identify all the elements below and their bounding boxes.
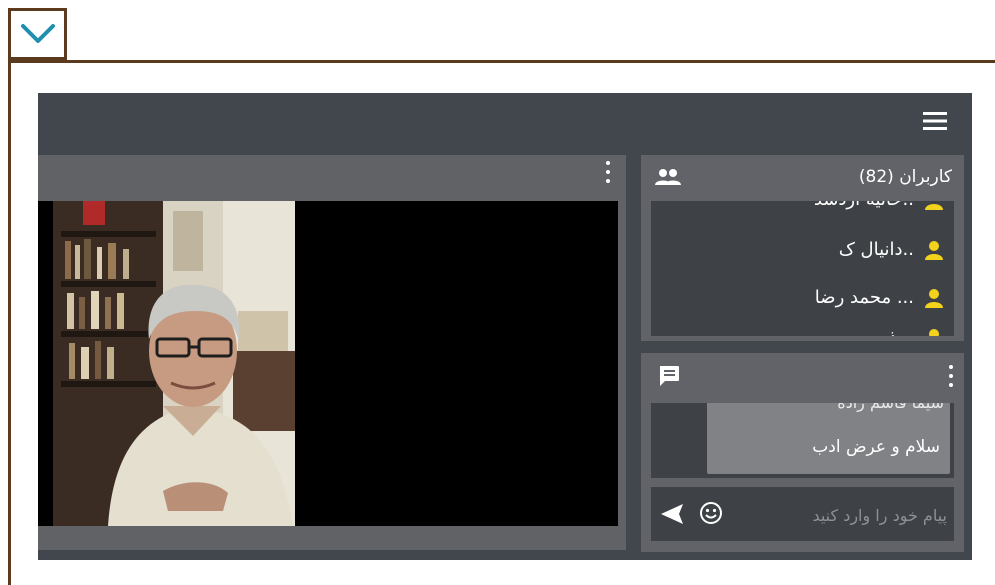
users-panel: کاربران (82) خانیه اژدشد.. دانیال ک.. مح… xyxy=(641,155,964,341)
users-panel-title: کاربران (82) xyxy=(858,167,952,187)
kebab-dot xyxy=(606,170,610,174)
users-list[interactable]: خانیه اژدشد.. دانیال ک.. محمد رضا ... xyxy=(651,201,954,336)
user-name: خانیه اژدشد.. xyxy=(814,201,914,210)
message-sender: شیما قاسم زاده xyxy=(837,403,944,412)
chat-message-bubble: شیما قاسم زاده سلام و عرض ادب xyxy=(707,403,950,474)
user-icon xyxy=(925,240,943,260)
smiley-icon xyxy=(700,502,722,524)
collapse-toggle-button[interactable] xyxy=(8,8,67,60)
chat-message-input[interactable] xyxy=(735,497,949,533)
message-text: سلام و عرض ادب xyxy=(812,437,940,457)
user-icon xyxy=(925,288,943,308)
video-stage[interactable] xyxy=(38,201,618,526)
emoji-button[interactable] xyxy=(699,501,723,525)
kebab-dot xyxy=(606,161,610,165)
user-list-item[interactable]: دانیال ک.. xyxy=(839,239,944,260)
user-list-item[interactable]: خانیه اژدشد.. xyxy=(814,201,944,210)
kebab-dot xyxy=(606,179,610,183)
kebab-dot xyxy=(949,374,953,378)
user-name: ذ... xyxy=(889,327,914,336)
chevron-down-icon xyxy=(20,24,55,43)
chat-panel: شیما قاسم زاده سلام و عرض ادب xyxy=(641,353,964,552)
user-list-item[interactable]: محمد رضا ... xyxy=(815,287,944,308)
chat-messages[interactable]: شیما قاسم زاده سلام و عرض ادب xyxy=(651,403,954,478)
users-group-icon[interactable] xyxy=(655,168,681,186)
kebab-dot xyxy=(949,365,953,369)
hamburger-menu-button[interactable] xyxy=(922,108,948,134)
video-panel xyxy=(38,155,626,550)
chat-panel-header xyxy=(641,353,964,399)
user-icon xyxy=(929,328,939,336)
hamburger-icon xyxy=(923,112,947,130)
user-icon xyxy=(925,203,943,210)
user-name: محمد رضا ... xyxy=(814,287,914,308)
frame-left-border xyxy=(8,60,11,585)
meeting-app: کاربران (82) خانیه اژدشد.. دانیال ک.. مح… xyxy=(38,93,972,560)
send-icon xyxy=(661,504,683,524)
webcam-feed xyxy=(53,201,295,526)
users-panel-header: کاربران (82) xyxy=(641,155,964,199)
chat-input-row xyxy=(651,487,954,541)
kebab-dot xyxy=(949,383,953,387)
user-list-item[interactable]: ذ... xyxy=(889,327,944,336)
send-button[interactable] xyxy=(659,502,685,526)
chat-icon[interactable] xyxy=(657,364,681,388)
chat-menu-button[interactable] xyxy=(948,365,954,387)
user-name: دانیال ک.. xyxy=(838,239,914,260)
top-bar xyxy=(38,93,972,151)
frame-top-border xyxy=(8,60,995,63)
video-menu-button[interactable] xyxy=(604,161,612,183)
